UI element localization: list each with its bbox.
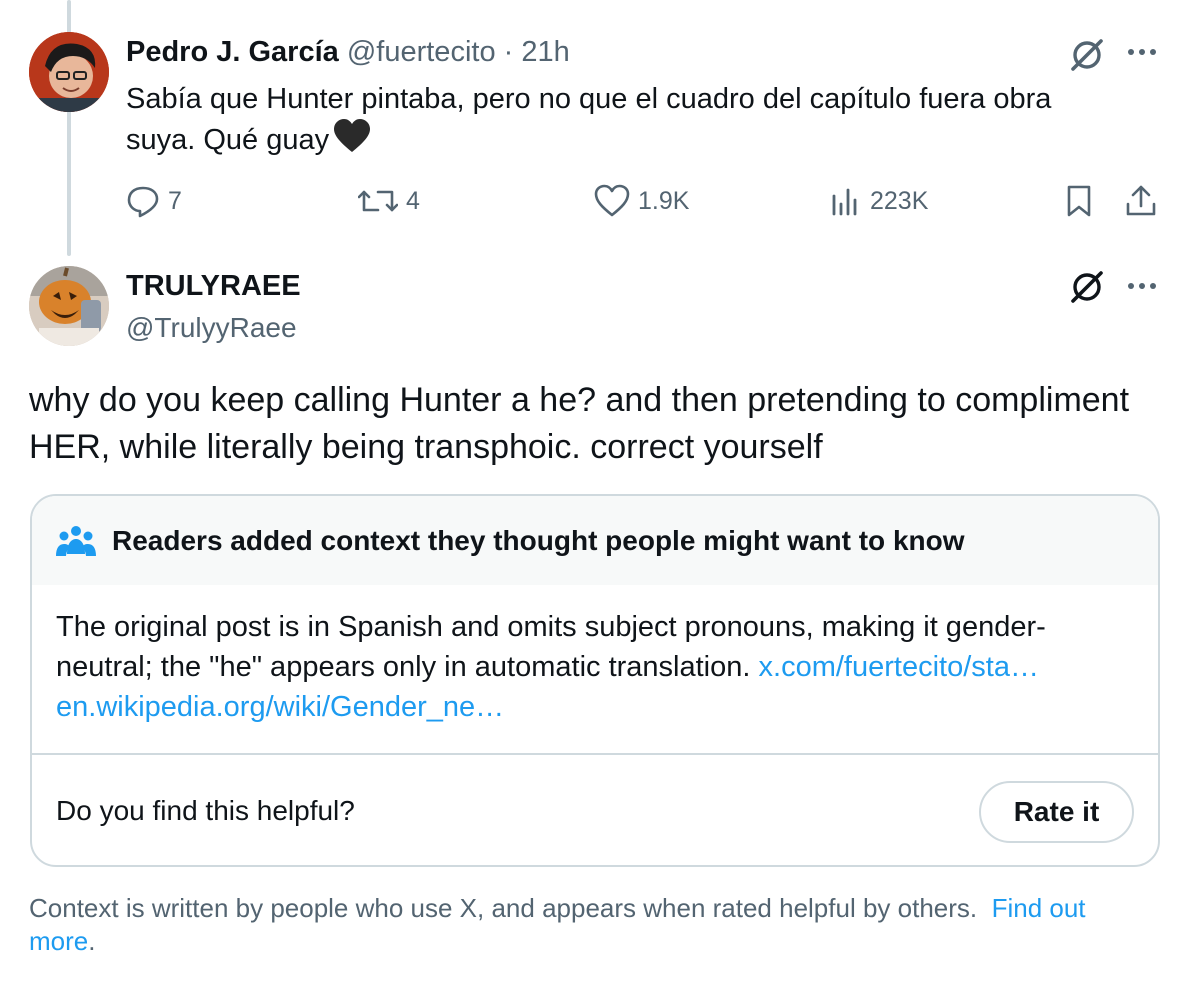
post2-author-handle[interactable]: @TrulyyRaee: [126, 312, 297, 344]
repost-button[interactable]: 4: [358, 184, 420, 218]
black-heart-emoji-icon: [333, 119, 371, 164]
helpful-question: Do you find this helpful?: [56, 795, 355, 826]
post2-text: why do you keep calling Hunter a he? and…: [29, 381, 1130, 466]
views-button[interactable]: 223K: [830, 184, 928, 218]
views-count: 223K: [870, 186, 929, 215]
views-chart-icon: [832, 188, 857, 216]
like-count: 1.9K: [638, 186, 690, 215]
post1-action-bar: 7 4 1.9K 223K: [126, 184, 1166, 220]
community-note-card: Readers added context they thought peopl…: [30, 494, 1160, 867]
community-note-header: Readers added context they thought peopl…: [32, 496, 1158, 585]
grok-icon[interactable]: [1068, 268, 1106, 311]
reply-count: 7: [168, 186, 182, 215]
like-button[interactable]: 1.9K: [594, 184, 689, 218]
post1-timestamp[interactable]: 21h: [521, 36, 569, 68]
rate-it-button[interactable]: Rate it: [979, 781, 1134, 843]
avatar-pedro[interactable]: [29, 32, 109, 112]
more-options-icon[interactable]: [1124, 42, 1160, 67]
community-note-body: The original post is in Spanish and omit…: [32, 585, 1158, 753]
community-note-title: Readers added context they thought peopl…: [112, 524, 965, 556]
context-footer-text: Context is written by people who use X, …: [29, 893, 978, 923]
repost-count: 4: [406, 186, 420, 215]
people-group-icon: [56, 525, 96, 556]
grok-icon[interactable]: [1068, 36, 1106, 79]
community-note-footer: Do you find this helpful? Rate it: [32, 755, 1158, 865]
post1-author-handle[interactable]: @fuertecito: [347, 36, 496, 68]
post1-separator: ·: [503, 36, 514, 68]
avatar-trulyraee[interactable]: [29, 266, 109, 346]
reply-icon: [127, 186, 159, 218]
repost-icon: [358, 190, 398, 212]
post2-author-name[interactable]: TRULYRAEE: [126, 270, 301, 303]
post1-author-name[interactable]: Pedro J. García: [126, 36, 339, 68]
share-button[interactable]: [1124, 184, 1158, 218]
post1-text-content: Sabía que Hunter pintaba, pero no que el…: [126, 83, 1052, 156]
post1-header: Pedro J. García @fuertecito · 21h: [126, 36, 570, 69]
reply-button[interactable]: 7: [126, 184, 182, 218]
footer-period: .: [88, 926, 96, 956]
bookmark-button[interactable]: [1064, 184, 1094, 218]
post1-text: Sabía que Hunter pintaba, pero no que el…: [126, 80, 1126, 164]
community-note-link-source[interactable]: x.com/fuertecito/sta…: [759, 651, 1039, 683]
bookmark-icon: [1067, 185, 1091, 217]
heart-icon: [594, 184, 630, 217]
community-note-link-wikipedia[interactable]: en.wikipedia.org/wiki/Gender_ne…: [56, 691, 504, 723]
share-icon: [1126, 185, 1156, 216]
context-footer: Context is written by people who use X, …: [29, 892, 1149, 958]
more-options-icon[interactable]: [1124, 276, 1160, 301]
